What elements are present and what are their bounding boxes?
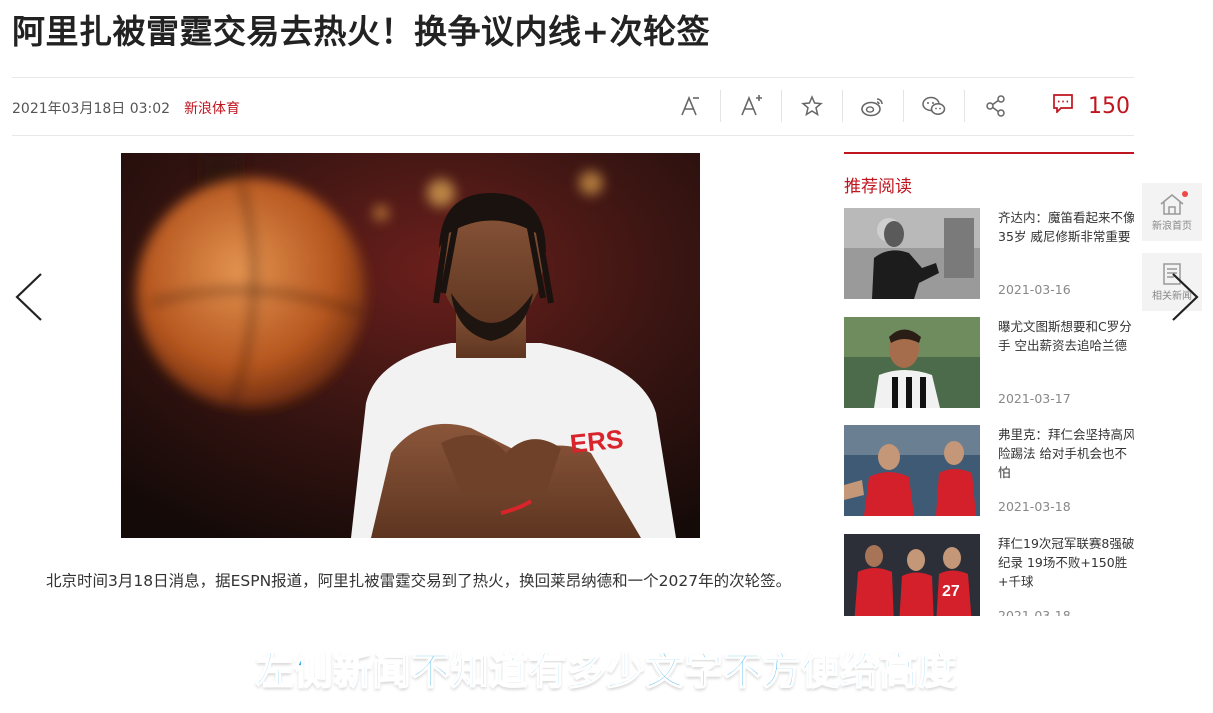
source-link[interactable]: 新浪体育 bbox=[184, 98, 240, 118]
article-title: 阿里扎被雷霆交易去热火！换争议内线+次轮签 bbox=[12, 12, 711, 51]
article-meta: 2021年03月18日 03:02 新浪体育 bbox=[12, 98, 240, 118]
recommend-heading: 推荐阅读 bbox=[844, 177, 912, 197]
recommend-thumbnail bbox=[844, 317, 980, 408]
sina-home-button[interactable]: 新浪首页 bbox=[1142, 183, 1202, 241]
article-body: 北京时间3月18日消息，据ESPN报道，阿里扎被雷霆交易到了热火，换回莱昂纳德和… bbox=[46, 572, 792, 590]
recommend-thumbnail: 27 bbox=[844, 534, 980, 616]
next-arrow-icon[interactable] bbox=[1170, 272, 1200, 326]
wechat-icon[interactable] bbox=[904, 90, 965, 122]
article-toolbar: 150 bbox=[660, 90, 1130, 122]
recommend-item[interactable]: 齐达内：魔笛看起来不像35岁 威尼修斯非常重要 2021-03-16 bbox=[844, 208, 1134, 300]
recommend-item-title[interactable]: 齐达内：魔笛看起来不像35岁 威尼修斯非常重要 bbox=[998, 208, 1134, 246]
share-icon[interactable] bbox=[965, 90, 1026, 122]
comment-count: 150 bbox=[1088, 93, 1130, 119]
font-decrease-icon[interactable] bbox=[660, 90, 721, 122]
weibo-icon[interactable] bbox=[843, 90, 904, 122]
overlay-caption: 左侧新闻不知道有多少文字不方便给高度 bbox=[255, 648, 958, 694]
comment-button[interactable]: 150 bbox=[1052, 93, 1130, 119]
svg-text:ERS: ERS bbox=[568, 424, 624, 459]
recommend-item[interactable]: 弗里克：拜仁会坚持高风险踢法 给对手机会也不怕 2021-03-18 bbox=[844, 425, 1134, 517]
star-icon[interactable] bbox=[782, 90, 843, 122]
recommend-thumbnail bbox=[844, 425, 980, 516]
divider bbox=[12, 135, 1134, 136]
publish-date: 2021年03月18日 03:02 bbox=[12, 101, 171, 117]
recommend-item-date: 2021-03-18 bbox=[998, 608, 1071, 616]
recommend-item-date: 2021-03-17 bbox=[998, 391, 1071, 406]
notification-dot bbox=[1182, 191, 1188, 197]
recommend-item-title[interactable]: 曝尤文图斯想要和C罗分手 空出薪资去追哈兰德 bbox=[998, 317, 1134, 355]
comment-icon bbox=[1052, 93, 1074, 119]
font-increase-icon[interactable] bbox=[721, 90, 782, 122]
prev-arrow-icon[interactable] bbox=[14, 272, 44, 326]
recommend-item[interactable]: 27 拜仁19次冠军联赛8强破纪录 19场不败+150胜+千球 2021-03-… bbox=[844, 534, 1134, 616]
home-icon bbox=[1160, 193, 1184, 215]
recommend-item-title[interactable]: 拜仁19次冠军联赛8强破纪录 19场不败+150胜+千球 bbox=[998, 534, 1134, 591]
page: 阿里扎被雷霆交易去热火！换争议内线+次轮签 2021年03月18日 03:02 … bbox=[0, 0, 1213, 713]
recommend-thumbnail bbox=[844, 208, 980, 299]
article-photo: ERS bbox=[121, 153, 700, 538]
divider bbox=[12, 77, 1134, 78]
recommend-panel: 推荐阅读 齐达内：魔笛看起来不像35岁 威尼修斯非常重要 2021-03-16 bbox=[844, 152, 1134, 616]
recommend-item[interactable]: 曝尤文图斯想要和C罗分手 空出薪资去追哈兰德 2021-03-17 bbox=[844, 317, 1134, 409]
recommend-item-date: 2021-03-16 bbox=[998, 282, 1071, 297]
svg-text:27: 27 bbox=[942, 583, 960, 600]
recommend-item-date: 2021-03-18 bbox=[998, 499, 1071, 514]
recommend-item-title[interactable]: 弗里克：拜仁会坚持高风险踢法 给对手机会也不怕 bbox=[998, 425, 1134, 482]
sina-home-label: 新浪首页 bbox=[1152, 220, 1192, 232]
recommend-divider bbox=[844, 152, 1134, 154]
